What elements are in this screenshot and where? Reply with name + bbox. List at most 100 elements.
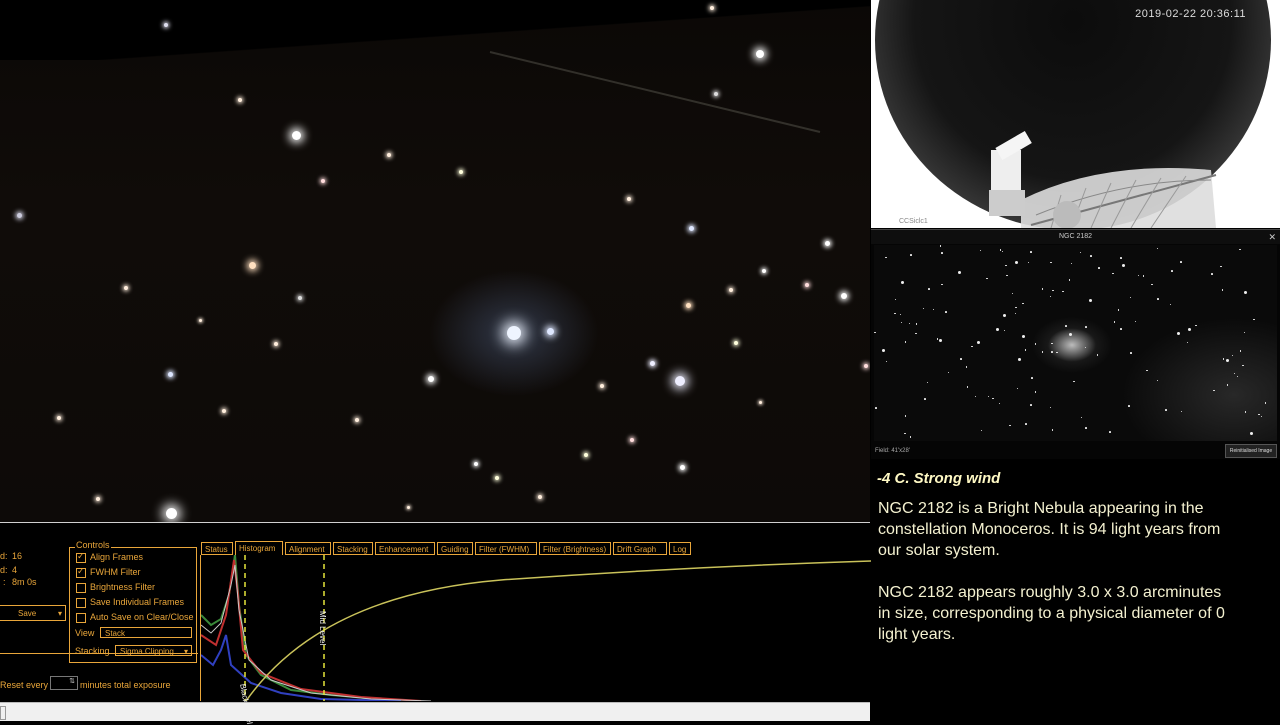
star — [1034, 343, 1037, 345]
reference-image-window: NGC 2182 ✕ Field: 41'x28' Reinitialised … — [871, 229, 1280, 459]
star — [428, 376, 434, 382]
star — [908, 322, 911, 325]
star — [1096, 354, 1099, 356]
tab-stacking[interactable]: Stacking — [333, 542, 373, 555]
tab-filter-brightness[interactable]: Filter (Brightness) — [539, 542, 611, 555]
star — [939, 338, 943, 342]
star — [1051, 429, 1054, 431]
stacking-value: Sigma Clipping — [120, 647, 174, 656]
star — [1222, 358, 1225, 360]
live-stack-image — [0, 0, 870, 522]
star — [291, 130, 301, 140]
star — [1005, 264, 1007, 267]
reset-stepper[interactable]: ⇅ — [50, 676, 78, 690]
star — [321, 179, 325, 183]
star — [1169, 303, 1172, 306]
star — [1236, 375, 1239, 378]
tab-filter-fwhm[interactable]: Filter (FWHM) — [475, 542, 537, 555]
histogram-plot[interactable]: Black Level Mid Level — [200, 555, 871, 725]
star — [1156, 379, 1159, 382]
star — [885, 256, 887, 259]
star — [992, 397, 994, 400]
camera-label: CCSiclc1 — [899, 218, 928, 225]
tab-drift-graph[interactable]: Drift Graph — [613, 542, 667, 555]
star — [1049, 295, 1052, 298]
star — [1221, 289, 1224, 291]
star — [1120, 257, 1122, 259]
star — [941, 252, 943, 254]
save-label: Save — [18, 609, 37, 618]
satellite-trail — [489, 51, 821, 133]
star — [1176, 332, 1180, 336]
object-info-panel: -4 C. Strong wind NGC 2182 is a Bright N… — [871, 462, 1280, 720]
tab-status[interactable]: Status — [201, 542, 233, 555]
star — [1195, 324, 1197, 327]
checkbox-label: Align Frames — [90, 552, 144, 562]
star — [966, 386, 969, 388]
checkbox[interactable]: ✓ — [76, 551, 86, 563]
reinitialise-button[interactable]: Reinitialised Image — [1225, 444, 1277, 458]
stepper-arrows-icon[interactable]: ⇅ — [69, 677, 75, 685]
star — [685, 302, 691, 308]
star — [1030, 404, 1032, 406]
tab-histogram[interactable]: Histogram — [235, 541, 283, 555]
checkbox[interactable] — [76, 613, 86, 623]
view-select[interactable]: Stack — [100, 627, 192, 638]
check-icon: ✓ — [77, 566, 85, 576]
star — [1249, 432, 1253, 436]
star — [1112, 272, 1114, 275]
star — [900, 321, 903, 324]
star — [1015, 306, 1017, 309]
tab-guiding[interactable]: Guiding — [437, 542, 473, 555]
star — [1113, 321, 1116, 323]
star — [1098, 267, 1100, 269]
star — [1188, 327, 1192, 331]
star — [1051, 351, 1053, 353]
star — [584, 453, 588, 457]
star — [729, 288, 733, 292]
tab-log[interactable]: Log — [669, 542, 691, 555]
stacking-select[interactable]: Sigma Clipping ▾ — [115, 645, 192, 656]
checkbox[interactable]: ✓ — [76, 566, 86, 578]
tab-alignment[interactable]: Alignment — [285, 542, 331, 555]
star — [758, 400, 762, 404]
star — [1243, 331, 1246, 334]
star — [805, 283, 809, 287]
star — [904, 432, 906, 435]
star — [1068, 279, 1071, 281]
tab-enhancement[interactable]: Enhancement — [375, 542, 435, 555]
save-button[interactable]: Save ▾ — [0, 605, 66, 621]
star — [649, 360, 655, 366]
star — [960, 358, 962, 360]
star — [1213, 389, 1215, 392]
star — [1264, 402, 1267, 404]
star — [841, 293, 847, 299]
star — [1027, 261, 1030, 264]
star — [1050, 261, 1052, 264]
star — [824, 240, 830, 246]
star — [1242, 364, 1244, 366]
star — [627, 197, 631, 201]
star — [1062, 290, 1064, 293]
star — [874, 331, 876, 334]
star — [675, 376, 685, 386]
close-icon[interactable]: ✕ — [1268, 230, 1276, 244]
weather-text: -4 C. Strong wind — [877, 470, 1001, 487]
star — [679, 464, 685, 470]
star — [945, 311, 947, 313]
ignored-label: d: — [0, 565, 8, 575]
star — [1225, 358, 1229, 362]
star — [1128, 405, 1130, 407]
star — [1016, 387, 1019, 390]
checkbox[interactable] — [76, 583, 86, 593]
star — [926, 381, 929, 384]
description-line: constellation Monoceros. It is 94 light … — [878, 521, 1221, 538]
star — [986, 277, 988, 280]
star — [600, 384, 604, 388]
checkbox[interactable] — [76, 598, 86, 608]
star — [904, 341, 907, 343]
star — [1180, 410, 1183, 413]
star — [1051, 342, 1053, 345]
star-field — [489, 51, 821, 133]
star — [1031, 377, 1033, 379]
